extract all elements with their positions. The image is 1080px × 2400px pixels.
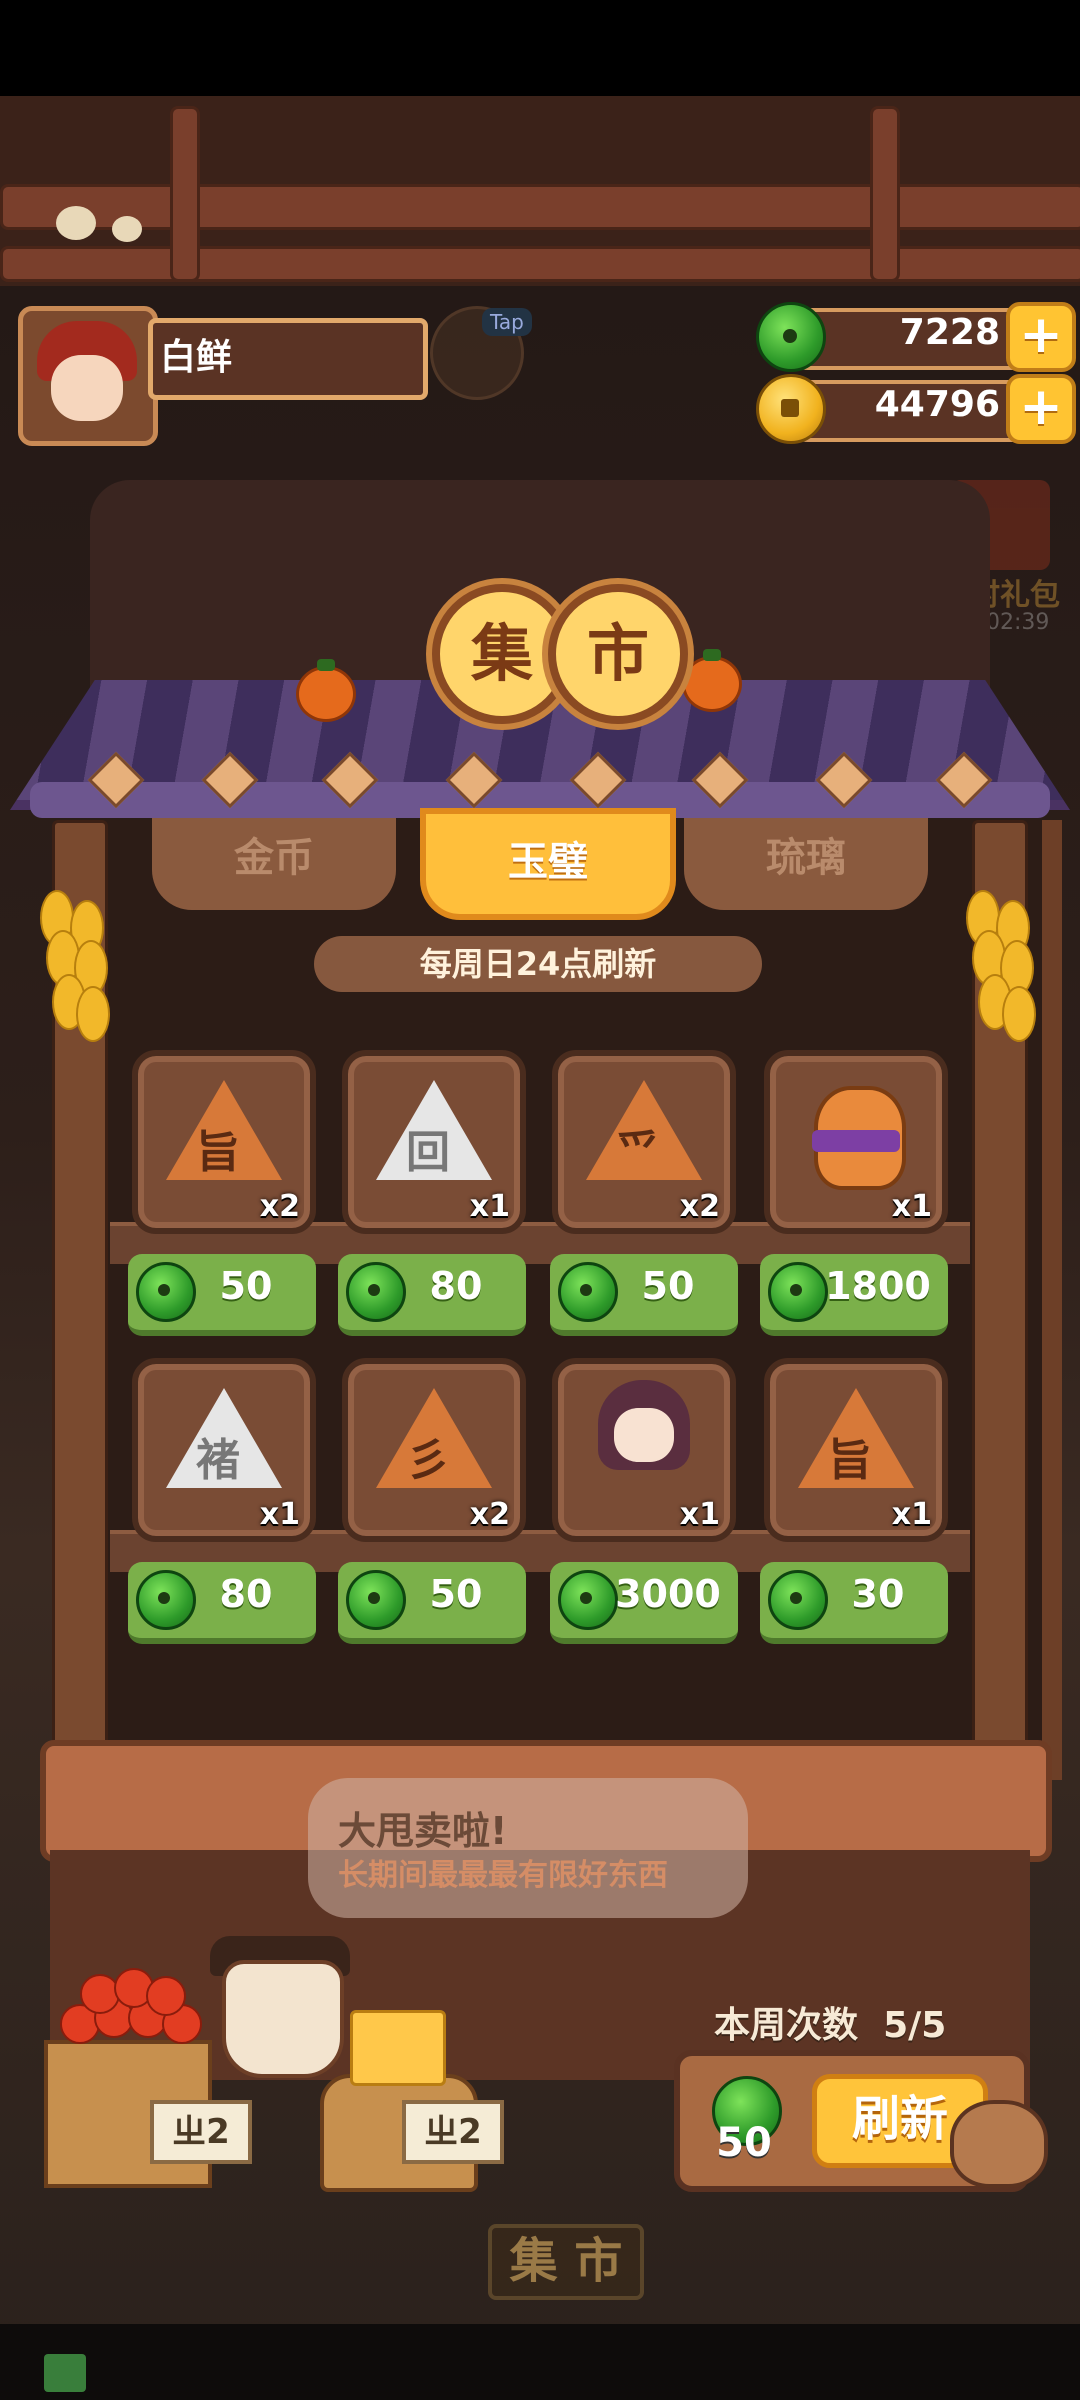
item-glyph: 褚 [196,1435,240,1486]
item-quantity: x2 [679,1189,720,1224]
price-value: 50 [641,1264,695,1308]
player-name: 白鲜 [160,337,233,378]
merchant-npc [200,1930,360,2100]
price-value: 50 [219,1264,273,1308]
item-quantity: x2 [469,1497,510,1532]
persimmon-icon [682,649,742,712]
gold-coin-icon [756,374,826,444]
price-value: 30 [851,1572,905,1616]
cat-mascot-icon [950,2100,1048,2188]
price-button-7[interactable]: 3000 [550,1562,738,1644]
tab-gold[interactable]: 金币 [152,818,396,910]
weekly-label: 本周次数 [714,2005,859,2046]
item-glyph: 爫 [616,1127,660,1178]
item-quantity: x1 [469,1189,510,1224]
price-button-3[interactable]: 50 [550,1254,738,1336]
item-glyph: 旨 [828,1435,872,1486]
title-char-2: 市 [548,584,688,724]
beam [870,106,900,282]
corn-decoration-icon [966,890,1036,1042]
add-gold-button[interactable]: + [1006,374,1076,444]
refresh-schedule-note: 每周日24点刷新 [314,936,762,992]
price-tag: ㄓ2 [402,2100,504,2164]
price-value: 80 [429,1264,483,1308]
price-tag: ㄓ2 [150,2100,252,2164]
chick-icon [112,216,142,242]
navigation-bar [0,2324,1080,2400]
item-glyph: 彡 [406,1435,450,1486]
item-quantity: x1 [679,1497,720,1532]
item-quantity: x1 [891,1497,932,1532]
price-value: 50 [429,1572,483,1616]
floating-widget-icon[interactable] [44,2354,86,2392]
weekly-refresh-count: 本周次数 5/5 [714,1996,946,2048]
shop-item-7[interactable]: x1 [552,1358,736,1542]
roof-beams [0,96,1080,286]
speech-subtitle: 长期间最最最有限好东西 [338,1858,668,1893]
item-glyph: 回 [406,1127,450,1178]
shop-item-3[interactable]: 爫 x2 [552,1050,736,1234]
tab-glaze[interactable]: 琉璃 [684,818,928,910]
shop-item-4[interactable]: x1 [764,1050,948,1234]
price-value: 80 [219,1572,273,1616]
shop-item-5[interactable]: 褚 x1 [132,1358,316,1542]
item-quantity: x2 [259,1189,300,1224]
shop-item-8[interactable]: 旨 x1 [764,1358,948,1542]
chick-icon [56,206,96,240]
market-sign: 集 市 [488,2224,644,2300]
npc-face [222,1960,344,2078]
urn-band [812,1130,900,1152]
shop-item-2[interactable]: 回 x1 [342,1050,526,1234]
corn-decoration-icon [40,890,110,1042]
price-button-2[interactable]: 80 [338,1254,526,1336]
jade-coin-icon [756,302,826,372]
character-face [614,1408,674,1462]
shop-item-6[interactable]: 彡 x2 [342,1358,526,1542]
butter-icon [350,2010,446,2086]
item-quantity: x1 [259,1497,300,1532]
status-bar [0,0,1080,96]
beam [0,184,1080,230]
persimmon-icon [296,659,356,722]
speech-title: 大甩卖啦! [338,1809,508,1853]
price-button-8[interactable]: 30 [760,1562,948,1644]
item-glyph: 旨 [196,1127,240,1178]
tap-badge: Tap [482,308,532,336]
refresh-cost: 50 [716,2120,772,2166]
shop-item-1[interactable]: 旨 x2 [132,1050,316,1234]
player-avatar[interactable] [18,306,158,446]
avatar-face [51,355,123,421]
price-button-1[interactable]: 50 [128,1254,316,1336]
character-portrait-icon [598,1380,690,1470]
beam [0,246,1080,282]
weekly-value: 5/5 [883,2005,947,2046]
tab-jade[interactable]: 玉璧 [420,808,676,920]
item-quantity: x1 [891,1189,932,1224]
price-button-5[interactable]: 80 [128,1562,316,1644]
add-jade-button[interactable]: + [1006,302,1076,372]
price-value: 3000 [615,1572,721,1616]
beam [170,106,200,282]
price-button-4[interactable]: 1800 [760,1254,948,1336]
price-value: 1800 [825,1264,931,1308]
price-button-6[interactable]: 50 [338,1562,526,1644]
treasure-urn-icon [812,1086,906,1190]
tomato-pile-icon [50,1968,210,2048]
